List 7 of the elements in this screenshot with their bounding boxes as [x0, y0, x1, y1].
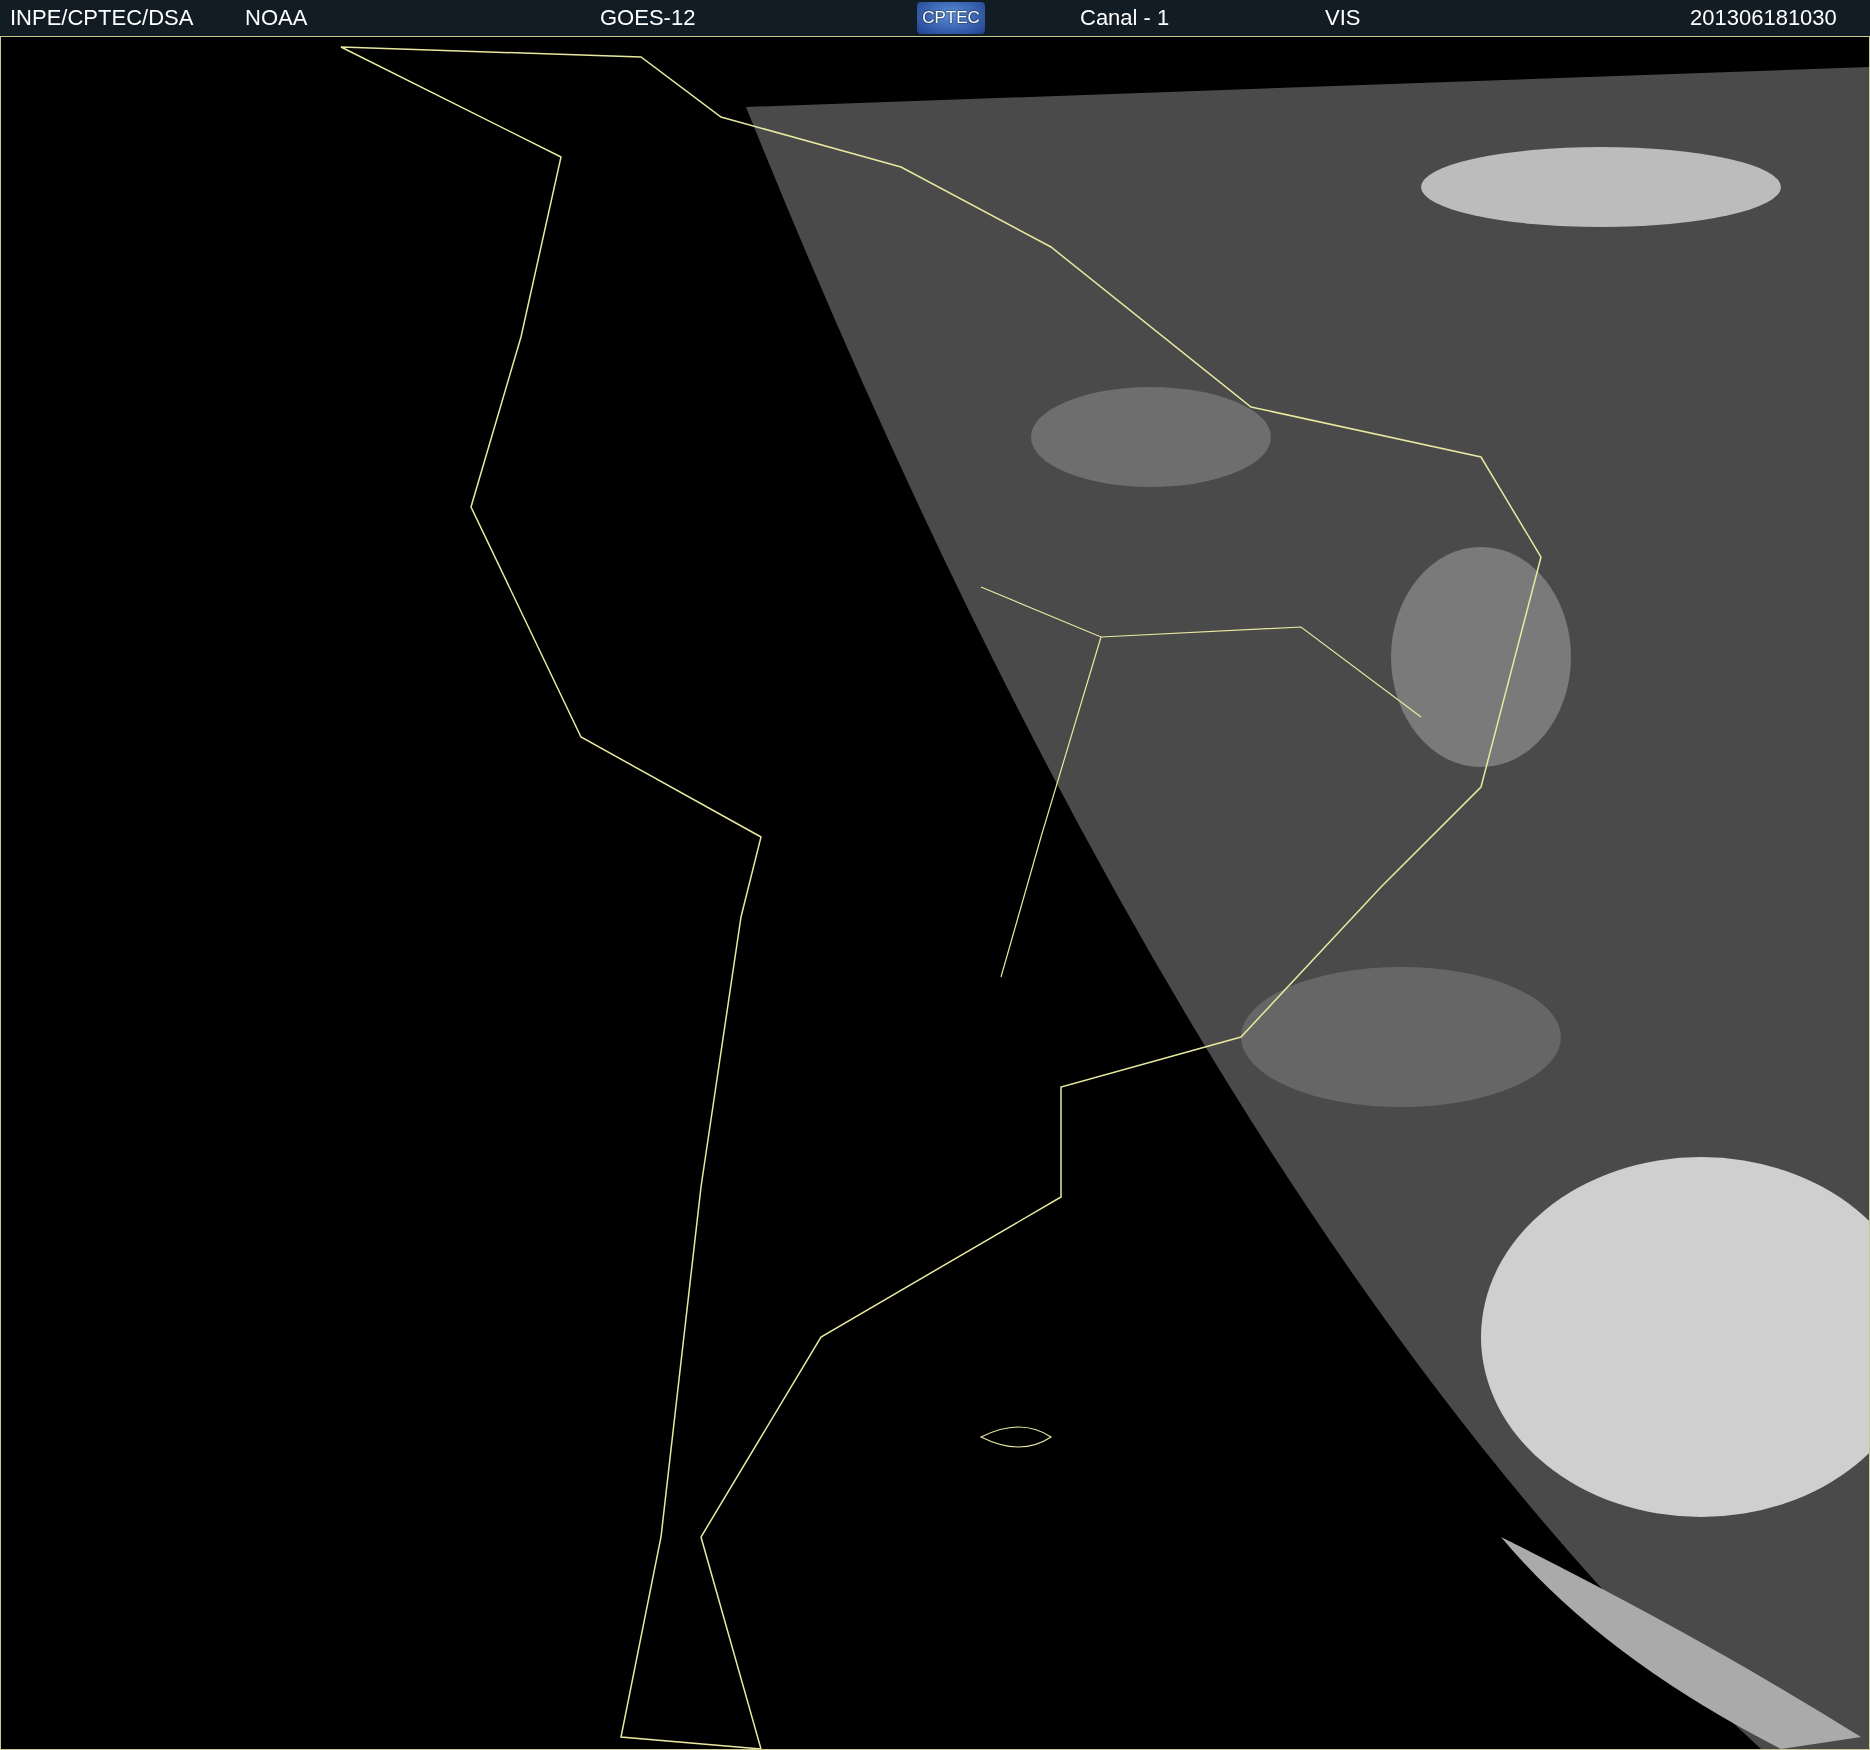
band-label: VIS — [1325, 5, 1362, 31]
satellite-label: GOES-12 — [600, 5, 697, 31]
channel-label: Canal - 1 — [1080, 5, 1171, 31]
source-label: INPE/CPTEC/DSA — [10, 5, 195, 31]
cptec-logo: CPTEC — [917, 2, 985, 34]
timestamp-label: 201306181030 — [1690, 5, 1837, 31]
agency-label: NOAA — [245, 5, 309, 31]
